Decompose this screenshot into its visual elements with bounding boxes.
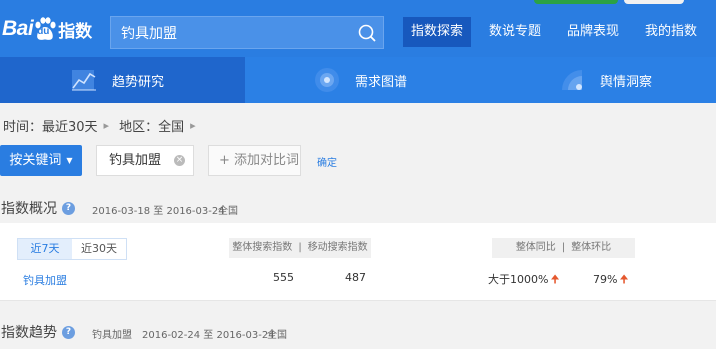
top-button-edge-secondary[interactable]	[624, 0, 684, 4]
compare-header: 整体同比 | 整体环比	[492, 238, 635, 258]
plus-icon: +	[219, 153, 230, 168]
overview-panel: 近7天 近30天 整体搜索指数 | 移动搜索指数 整体同比 | 整体环比 钓具加…	[0, 223, 716, 300]
clear-icon[interactable]: ×	[174, 155, 185, 166]
time-filter[interactable]: 时间：最近30天	[3, 116, 98, 135]
trend-date-range: 2016-02-24 至 2016-03-24	[142, 330, 275, 341]
trend-keyword: 钓具加盟	[92, 330, 132, 341]
help-icon[interactable]: ?	[62, 325, 75, 339]
keyword-chip[interactable]: 钓具加盟 ×	[96, 145, 194, 176]
nav-brand-performance[interactable]: 品牌表现	[559, 17, 627, 47]
sentiment-icon	[558, 66, 586, 94]
yoy-value: 大于1000% 🠉	[488, 273, 560, 286]
filter-breadcrumb: 时间：最近30天 ▸ 地区：全国 ▸	[3, 116, 202, 135]
overview-date-range: 2016-03-18 至 2016-03-24	[92, 206, 225, 217]
chevron-right-icon: ▸	[103, 119, 110, 132]
trend-title: 指数趋势 ?	[1, 322, 75, 342]
search-icon[interactable]	[357, 23, 377, 43]
baidu-paw-icon: du	[34, 17, 56, 41]
tab-demand-graph[interactable]: 需求图谱	[245, 57, 480, 103]
nav-my-index[interactable]: 我的指数	[637, 17, 705, 47]
arrow-up-icon: 🠉	[550, 273, 560, 286]
caret-down-icon: ▼	[66, 156, 73, 165]
tab-sentiment-insight[interactable]: 舆情洞察	[480, 57, 716, 103]
region-filter[interactable]: 地区：全国	[119, 116, 184, 135]
trend-chart-icon	[70, 66, 98, 94]
search-box	[110, 16, 384, 49]
tab-trend-research[interactable]: 趋势研究	[0, 57, 245, 103]
demand-graph-icon	[313, 66, 341, 94]
top-header: Bai du 指数 指数探索 数说专题 品牌表现 我的指数	[0, 0, 716, 57]
divider	[0, 300, 716, 301]
overview-title: 指数概况 ?	[1, 198, 75, 218]
help-icon[interactable]: ?	[62, 201, 75, 215]
search-input[interactable]	[111, 17, 351, 48]
range-30-days[interactable]: 近30天	[72, 239, 126, 259]
keyword-mode-button[interactable]: 按关键词 ▼	[0, 145, 82, 176]
top-button-edge[interactable]	[534, 0, 618, 4]
arrow-up-icon: 🠉	[619, 273, 629, 286]
mom-value: 79% 🠉	[593, 273, 629, 286]
overall-search-value: 555	[273, 271, 294, 284]
chevron-right-icon: ▸	[190, 119, 196, 132]
search-index-header: 整体搜索指数 | 移动搜索指数	[229, 238, 371, 258]
mobile-search-value: 487	[345, 271, 366, 284]
confirm-link[interactable]: 确定	[317, 154, 337, 169]
nav-index-explore[interactable]: 指数探索	[403, 17, 472, 47]
sub-navigation: 趋势研究 需求图谱 舆情洞察	[0, 57, 716, 103]
keyword-link[interactable]: 钓具加盟	[23, 272, 67, 288]
nav-data-topics[interactable]: 数说专题	[481, 17, 549, 47]
baidu-index-logo[interactable]: Bai du 指数	[2, 15, 92, 43]
trend-region: 全国	[267, 330, 287, 341]
range-toggle: 近7天 近30天	[17, 238, 127, 260]
add-compare-button[interactable]: + 添加对比词	[208, 145, 301, 176]
range-7-days[interactable]: 近7天	[18, 239, 72, 259]
overview-region: 全国	[218, 206, 238, 217]
